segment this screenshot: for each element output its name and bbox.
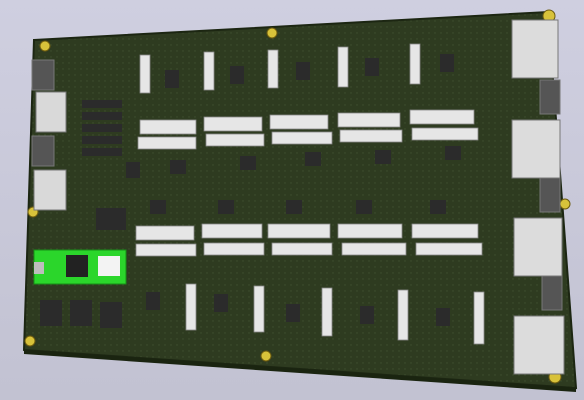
ic <box>360 306 374 324</box>
mcu-label-area <box>98 256 120 276</box>
connector <box>139 54 151 94</box>
ic <box>375 150 391 164</box>
ic <box>305 152 321 166</box>
connector <box>271 242 333 256</box>
connector <box>267 223 331 239</box>
ic <box>96 208 126 230</box>
terminal-block <box>31 135 55 167</box>
terminal-block <box>31 59 55 91</box>
ic <box>214 294 228 312</box>
connector <box>473 291 485 345</box>
ic <box>100 302 122 328</box>
connector <box>271 131 333 145</box>
ic <box>218 200 234 214</box>
ic <box>445 146 461 160</box>
connector <box>139 119 197 135</box>
3d-viewer-canvas[interactable] <box>0 0 584 400</box>
mounting-hole <box>559 198 571 210</box>
connector <box>341 242 407 256</box>
ic <box>440 54 454 72</box>
terminal-block <box>539 177 561 213</box>
terminal-block <box>511 19 559 79</box>
terminal-block <box>513 217 563 277</box>
connector <box>267 49 279 89</box>
ic <box>240 156 256 170</box>
ic <box>82 136 122 144</box>
mcu-module <box>33 249 127 285</box>
connector <box>205 133 265 147</box>
connector <box>269 114 329 130</box>
ic <box>286 200 302 214</box>
connector <box>339 129 403 143</box>
ic <box>70 300 92 326</box>
connector <box>411 127 479 141</box>
ic <box>82 112 122 120</box>
mounting-hole <box>260 350 272 362</box>
connector <box>135 243 197 257</box>
ic <box>296 62 310 80</box>
ic <box>146 292 160 310</box>
mounting-hole <box>39 40 51 52</box>
ic <box>150 200 166 214</box>
ic <box>165 70 179 88</box>
ic <box>82 148 122 156</box>
connector <box>397 289 409 341</box>
mounting-hole <box>266 27 278 39</box>
pcb-render <box>0 0 584 400</box>
terminal-block <box>35 91 67 133</box>
ic <box>170 160 186 174</box>
ic <box>436 308 450 326</box>
ic <box>356 200 372 214</box>
ic <box>230 66 244 84</box>
terminal-block <box>511 119 561 179</box>
connector <box>203 116 263 132</box>
connector <box>409 43 421 85</box>
connector <box>203 242 265 256</box>
connector <box>409 109 475 125</box>
mounting-hole <box>24 335 36 347</box>
terminal-block <box>513 315 565 375</box>
connector <box>321 287 333 337</box>
terminal-block <box>541 275 563 311</box>
ic <box>365 58 379 76</box>
ic <box>126 162 140 178</box>
connector <box>135 225 195 241</box>
ic <box>286 304 300 322</box>
connector <box>411 223 479 239</box>
connector <box>137 136 197 150</box>
terminal-block <box>539 79 561 115</box>
connector <box>185 283 197 331</box>
connector <box>203 51 215 91</box>
terminal-block <box>33 169 67 211</box>
connector <box>253 285 265 333</box>
connector <box>337 46 349 88</box>
ic <box>40 300 62 326</box>
connector <box>415 242 483 256</box>
connector <box>337 112 401 128</box>
connector <box>337 223 403 239</box>
mcu-chip <box>66 255 88 277</box>
ic <box>82 124 122 132</box>
ic <box>82 100 122 108</box>
ic <box>430 200 446 214</box>
connector <box>201 223 263 239</box>
usb-connector <box>34 262 44 274</box>
